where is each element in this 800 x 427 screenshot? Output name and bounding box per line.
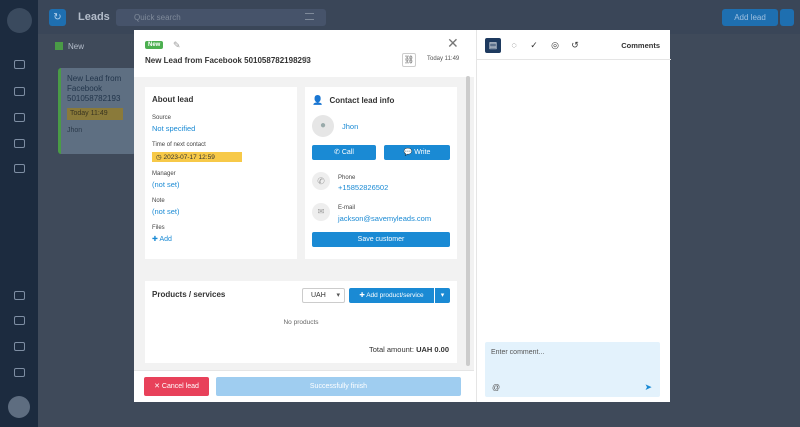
no-products-text: No products [283, 319, 319, 326]
lead-card-user: Jhon [67, 127, 83, 134]
contact-heading-label: Contact lead info [329, 96, 395, 105]
add-lead-button[interactable]: Add lead [722, 9, 778, 26]
add-file-label: Add [159, 236, 172, 243]
contact-info-card: 👤 Contact lead info ● Jhon ✆ Call 💬 Writ… [305, 87, 457, 259]
user-avatar[interactable] [8, 396, 30, 418]
search-input[interactable]: Quick search [116, 9, 326, 26]
manager-value[interactable]: (not set) [152, 180, 290, 189]
add-product-button[interactable]: ✚ Add product/service [349, 288, 434, 303]
app-logo[interactable] [7, 8, 32, 33]
cancel-lead-button[interactable]: ✕ Cancel lead [144, 377, 209, 396]
chevron-down-icon[interactable]: ▾ [435, 288, 450, 303]
save-customer-button[interactable]: Save customer [312, 232, 450, 247]
next-contact-date[interactable]: ◷ 2023-07-17 12:59 [152, 152, 242, 162]
phone-value[interactable]: +15852826502 [338, 183, 388, 192]
close-modal-icon[interactable]: ✕ [447, 35, 459, 52]
users-icon[interactable] [14, 139, 25, 148]
modal-footer: ✕ Cancel lead Successfully finish [134, 370, 474, 402]
edit-title-icon[interactable]: ✎ [303, 55, 311, 66]
contact-heading: 👤 Contact lead info [312, 95, 394, 106]
add-lead-dropdown[interactable] [780, 9, 794, 26]
total-label: Total amount: [368, 345, 414, 354]
send-icon[interactable]: ➤ [644, 382, 652, 393]
total-value: UAH 0.00 [416, 345, 449, 354]
modal-header: New ✎ New Lead from Facebook 50105878219… [134, 30, 474, 77]
write-label: Write [414, 149, 431, 156]
status-badge[interactable]: New [145, 41, 164, 49]
manager-label: Manager [152, 171, 176, 177]
link-icon[interactable]: ⛓ [402, 53, 416, 67]
scrollbar[interactable] [466, 76, 470, 366]
lead-modal: New ✎ New Lead from Facebook 50105878219… [134, 30, 671, 402]
chart-icon[interactable] [14, 164, 25, 173]
files-label: Files [152, 225, 165, 231]
phone-field-icon: ✆ [312, 172, 330, 190]
products-heading: Products / services [152, 290, 226, 299]
about-heading: About lead [152, 95, 194, 104]
next-contact-value: 2023-07-17 12:59 [163, 154, 215, 161]
plus-icon: ✚ [152, 236, 158, 243]
tasks-tab-icon[interactable]: ✓ [526, 38, 542, 53]
cancel-lead-label: Cancel lead [161, 383, 199, 390]
about-lead-card: About lead Source Not specified Time of … [145, 87, 297, 259]
sidepanel-title: Comments [621, 41, 660, 50]
puzzle-icon[interactable] [14, 368, 25, 377]
write-button[interactable]: 💬 Write [384, 145, 450, 160]
total-amount: Total amount: UAH 0.00 [369, 345, 449, 354]
lead-card[interactable]: New Lead from Facebook 501058782193 Toda… [58, 68, 136, 154]
currency-select[interactable]: UAH [302, 288, 345, 303]
products-card: Products / services UAH ✚ Add product/se… [145, 281, 457, 363]
lead-card-title: New Lead from Facebook 501058782193 [67, 74, 122, 103]
note-label: Note [152, 198, 165, 204]
lead-details-panel: New ✎ New Lead from Facebook 50105878219… [134, 30, 474, 402]
email-label: E-mail [338, 205, 356, 211]
message-icon: 💬 [403, 149, 413, 156]
chat-tab-icon[interactable]: ◌ [506, 38, 522, 53]
page-title: Leads [78, 11, 110, 23]
source-value[interactable]: Not specified [152, 124, 290, 133]
phone-icon: ✆ [334, 149, 340, 156]
close-icon: ✕ [154, 383, 160, 390]
sidepanel-tabs: ▤ ◌ ✓ ◎ ↺ Comments [477, 30, 671, 60]
finish-button[interactable]: Successfully finish [216, 377, 461, 396]
comments-tab-icon[interactable]: ▤ [485, 38, 501, 53]
comment-input[interactable]: Enter comment... [491, 349, 544, 356]
lead-time: Today 11:49 [427, 56, 460, 62]
comment-composer[interactable]: Enter comment... @ ➤ [485, 342, 660, 397]
history-tab-icon[interactable]: ↺ [567, 38, 583, 53]
contact-user-icon: 👤 [312, 95, 324, 105]
email-value[interactable]: jackson@savemyleads.com [338, 214, 431, 223]
cart-icon[interactable] [14, 60, 25, 69]
chat-icon[interactable] [14, 87, 25, 96]
box-icon[interactable] [14, 316, 25, 325]
target-tab-icon[interactable]: ◎ [547, 38, 563, 53]
plus-icon: ✚ [359, 292, 365, 299]
add-product-label: Add product/service [366, 292, 424, 299]
sidebar [0, 0, 38, 427]
comments-panel: ▤ ◌ ✓ ◎ ↺ Comments Enter comment... @ ➤ [476, 30, 671, 402]
contact-avatar: ● [312, 115, 334, 137]
menu-icon[interactable] [305, 13, 314, 20]
mention-icon[interactable]: @ [492, 383, 500, 392]
note-value[interactable]: (not set) [152, 207, 290, 216]
lead-title: New Lead from Facebook 501058782198293 [145, 56, 311, 65]
source-label: Source [152, 115, 172, 121]
edit-status-icon[interactable]: ✎ [173, 40, 181, 51]
bell-icon[interactable] [14, 291, 25, 300]
call-button[interactable]: ✆ Call [312, 145, 376, 160]
refresh-icon[interactable]: ↻ [49, 9, 66, 26]
contact-name[interactable]: Jhon [342, 122, 358, 131]
add-file-button[interactable]: ✚ Add [152, 235, 290, 243]
call-label: Call [341, 149, 354, 156]
lead-card-date: Today 11:49 [67, 108, 123, 120]
gear-icon[interactable] [14, 342, 25, 351]
column-header: New [55, 42, 84, 51]
clock-icon: ◷ [156, 154, 162, 161]
list-icon[interactable] [14, 113, 25, 122]
next-contact-label: Time of next contact [152, 142, 206, 148]
email-field-icon: ✉ [312, 203, 330, 221]
phone-label: Phone [338, 175, 356, 181]
